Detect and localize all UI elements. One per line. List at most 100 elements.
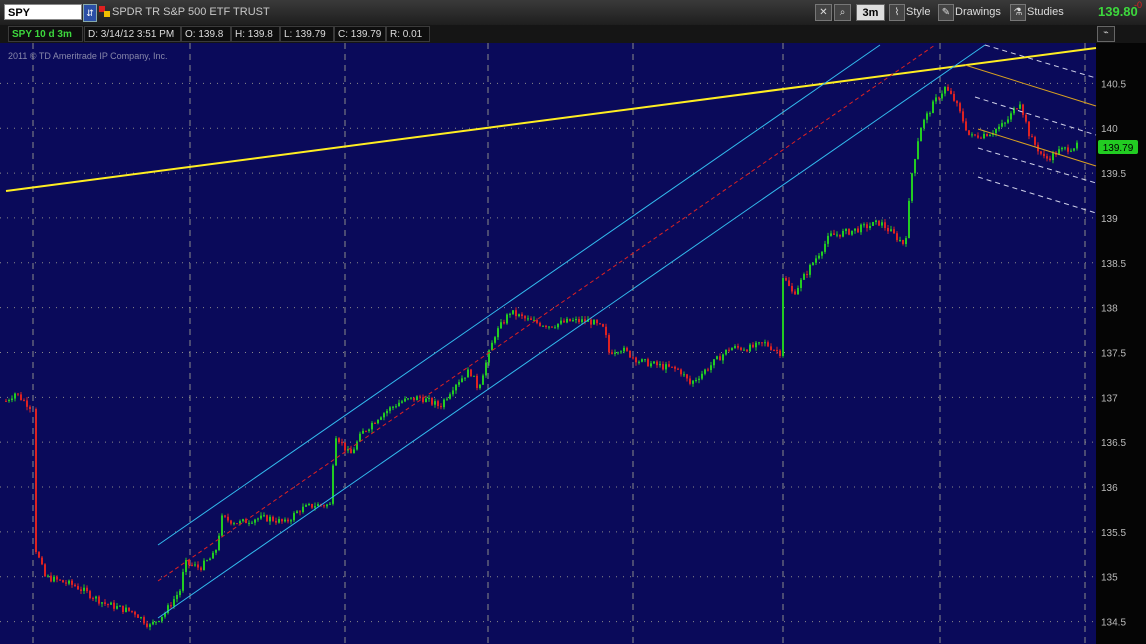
candle-body (908, 200, 910, 239)
candle-body (221, 515, 223, 536)
studies-icon[interactable]: ⚗ (1010, 4, 1026, 21)
candle-body (848, 228, 850, 235)
candle-body (1049, 158, 1051, 161)
candle-body (17, 393, 19, 395)
candle-body (875, 220, 877, 222)
candle-body (596, 319, 598, 324)
candle-body (665, 364, 667, 370)
candle-body (281, 519, 283, 522)
candle-body (14, 393, 16, 399)
candle-body (407, 398, 409, 400)
candle-body (779, 350, 781, 357)
candle-body (134, 611, 136, 615)
studies-button[interactable]: Studies (1027, 4, 1069, 21)
candle-body (638, 361, 640, 363)
candle-body (563, 320, 565, 323)
candle-body (662, 364, 664, 370)
candle-body (788, 280, 790, 286)
style-icon[interactable]: ⌇ (889, 4, 905, 21)
crosshair-icon[interactable]: ✕ (815, 4, 832, 21)
drawings-icon[interactable]: ✎ (938, 4, 954, 21)
candle-body (893, 229, 895, 234)
candle-body (842, 231, 844, 237)
candle-body (644, 359, 646, 361)
candle-body (998, 126, 1000, 130)
candle-body (137, 614, 139, 618)
candle-body (419, 396, 421, 398)
candle-body (191, 564, 193, 566)
candle-body (938, 97, 940, 99)
chart-settings-icon[interactable]: ⌁ (1097, 26, 1115, 42)
candle-body (179, 590, 181, 595)
candle-body (839, 234, 841, 237)
candle-body (740, 347, 742, 350)
candle-body (818, 255, 820, 259)
candle-body (224, 515, 226, 517)
candle-body (752, 344, 754, 348)
candle-body (23, 400, 25, 402)
candle-body (452, 390, 454, 395)
candle-body (704, 369, 706, 374)
candle-body (29, 406, 31, 410)
candle-body (104, 602, 106, 604)
candle-body (140, 617, 142, 619)
candle-body (395, 406, 397, 408)
candle-body (542, 325, 544, 327)
candle-body (122, 605, 124, 613)
candle-body (566, 318, 568, 323)
candle-body (290, 520, 292, 522)
candle-body (152, 621, 154, 625)
candle-body (650, 363, 652, 367)
candle-body (746, 349, 748, 352)
candle-body (671, 366, 673, 368)
candle-body (200, 567, 202, 571)
bar-high: H: 139.8 (231, 26, 280, 42)
candle-body (749, 344, 751, 352)
timeframe-button[interactable]: 3m (856, 4, 885, 21)
candle-body (128, 607, 130, 611)
candle-body (1067, 147, 1069, 152)
candle-body (527, 318, 529, 320)
candle-body (1046, 156, 1048, 159)
candle-body (965, 121, 967, 131)
candle-body (800, 279, 802, 288)
security-description: SPDR TR S&P 500 ETF TRUST (112, 6, 270, 18)
candle-body (116, 606, 118, 609)
candle-body (785, 278, 787, 281)
symbol-dropdown-icon[interactable]: ⇵ (83, 4, 97, 22)
candle-body (941, 93, 943, 99)
candle-body (629, 350, 631, 358)
magnify-icon[interactable]: ⌕ (834, 4, 851, 21)
candle-body (260, 515, 262, 519)
candle-body (83, 587, 85, 591)
candle-body (863, 224, 865, 226)
candle-body (341, 442, 343, 444)
candle-body (386, 410, 388, 414)
candle-body (803, 274, 805, 280)
symbol-period-label[interactable]: SPY 10 d 3m (8, 26, 83, 42)
drawings-button[interactable]: Drawings (955, 4, 1007, 21)
candle-body (575, 319, 577, 321)
candle-body (569, 318, 571, 322)
candle-body (410, 397, 412, 399)
candle-body (350, 449, 352, 454)
candle-body (335, 438, 337, 466)
price-tick-label: 140.5 (1101, 79, 1126, 90)
candle-body (935, 97, 937, 102)
candle-body (827, 235, 829, 244)
candle-body (557, 323, 559, 328)
candle-body (878, 220, 880, 226)
bar-low: L: 139.79 (280, 26, 334, 42)
candle-body (611, 352, 613, 354)
candle-body (449, 394, 451, 399)
candle-body (944, 86, 946, 94)
candle-body (377, 419, 379, 424)
price-chart[interactable]: 134.5 135 135.5 136 136.5 137 137.5 138 138.5 139… (0, 43, 1146, 644)
candle-body (59, 579, 61, 581)
candle-body (932, 101, 934, 114)
candle-body (719, 356, 721, 361)
style-button[interactable]: Style (906, 4, 936, 21)
price-tick-label: 138 (1101, 304, 1118, 315)
candle-body (524, 316, 526, 319)
symbol-input[interactable]: SPY (4, 4, 82, 20)
